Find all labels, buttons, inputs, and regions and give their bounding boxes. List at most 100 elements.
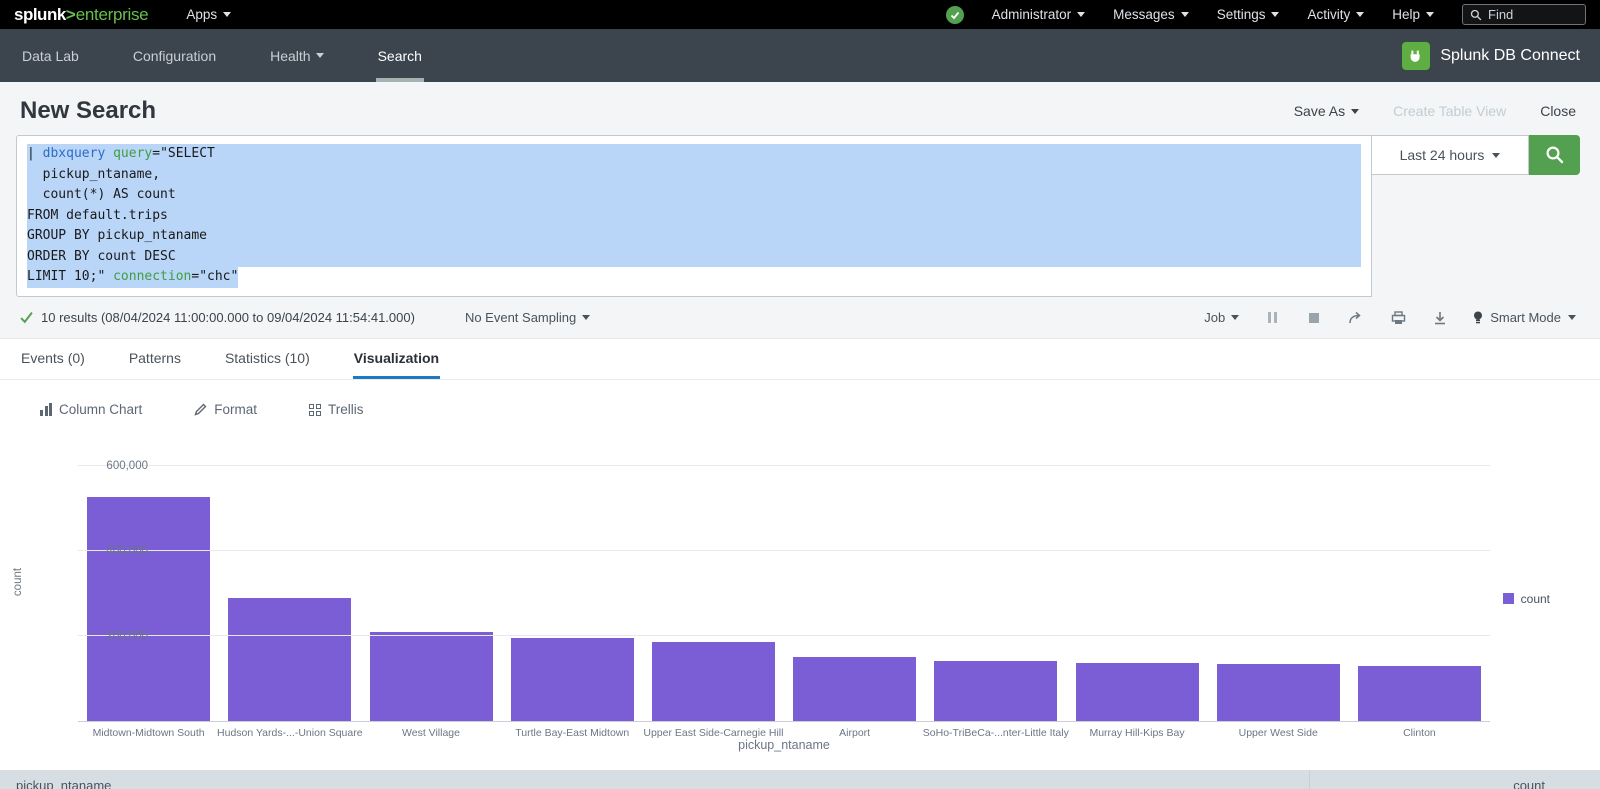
messages-menu[interactable]: Messages [1113,7,1189,22]
activity-menu-label: Activity [1307,7,1350,22]
nav-item-health[interactable]: Health [268,29,325,82]
time-range-picker[interactable]: Last 24 hours [1372,135,1529,175]
results-check-icon [20,311,33,324]
chart-bar-8[interactable] [1076,663,1199,721]
chevron-down-icon [1271,12,1279,17]
chart-bar-3[interactable] [370,632,493,720]
tab-patterns[interactable]: Patterns [128,339,182,379]
close-label: Close [1540,103,1576,119]
chart-bar-7[interactable] [934,661,1057,721]
activity-menu[interactable]: Activity [1307,7,1364,22]
search-header-zone: New Search Save As Create Table View Clo… [0,82,1600,339]
query-line: pickup_ntaname, [27,165,1361,186]
y-tick-label: 600,000 [106,460,148,472]
administrator-menu[interactable]: Administrator [992,7,1086,22]
logo-gt-text: > [66,5,76,25]
bar-slot: Murray Hill-Kips Bay [1066,450,1207,721]
nav-item-search[interactable]: Search [376,29,424,82]
export-button[interactable] [1431,310,1449,326]
query-line: LIMIT 10;" connection="chc" [27,267,1361,288]
event-sampling-menu[interactable]: No Event Sampling [465,310,590,325]
logo-enterprise-text: enterprise [76,5,149,25]
bar-slot: Turtle Bay-East Midtown [502,450,643,721]
y-axis-title: count [12,567,24,595]
bar-slot: SoHo-TriBeCa-...nter-Little Italy [925,450,1066,721]
chevron-down-icon [1231,315,1239,320]
chart-bar-4[interactable] [511,638,634,721]
column-chart: count Midtown-Midtown SouthHudson Yards-… [0,426,1600,756]
chart-type-label: Column Chart [59,402,142,417]
chart-bars: Midtown-Midtown SouthHudson Yards-...-Un… [78,450,1490,721]
nav-label: Health [270,48,310,64]
tab-statistics[interactable]: Statistics (10) [224,339,311,379]
chevron-down-icon [1351,109,1359,114]
chart-legend[interactable]: count [1503,592,1550,606]
trellis-button[interactable]: Trellis [309,394,364,426]
help-menu[interactable]: Help [1392,7,1434,22]
search-mode-menu[interactable]: Smart Mode [1473,310,1576,325]
help-menu-label: Help [1392,7,1420,22]
results-count-text: 10 results (08/04/2024 11:00:00.000 to 0… [41,310,415,325]
job-menu-label: Job [1204,310,1225,325]
app-identity[interactable]: Splunk DB Connect [1402,29,1580,82]
share-job-button[interactable] [1347,310,1365,326]
chart-bar-5[interactable] [652,642,775,720]
app-navbar: Data Lab Configuration Health Search Spl… [0,29,1600,82]
table-column-count[interactable]: count [1310,770,1600,789]
pause-icon [1268,312,1277,323]
find-input[interactable]: Find [1462,4,1586,25]
close-button[interactable]: Close [1540,103,1576,119]
create-table-view-label: Create Table View [1393,103,1506,119]
chart-bar-2[interactable] [228,598,351,721]
nav-item-data-lab[interactable]: Data Lab [20,29,81,82]
stop-job-button[interactable] [1305,310,1323,326]
query-line: GROUP BY pickup_ntaname [27,226,1361,247]
chevron-down-icon [1492,153,1500,158]
chevron-down-icon [1077,12,1085,17]
trellis-label: Trellis [328,402,364,417]
format-label: Format [214,402,257,417]
gridline [78,465,1490,466]
save-as-button[interactable]: Save As [1294,103,1359,119]
time-range-label: Last 24 hours [1400,147,1485,163]
chevron-down-icon [1568,315,1576,320]
chevron-down-icon [1181,12,1189,17]
chart-bar-10[interactable] [1358,666,1481,720]
chart-bar-1[interactable] [87,497,210,721]
nav-item-configuration[interactable]: Configuration [131,29,218,82]
tab-visualization[interactable]: Visualization [353,339,440,379]
legend-swatch [1503,593,1514,604]
logo-splunk-text: splunk [14,5,66,25]
apps-menu[interactable]: Apps [186,7,231,22]
search-icon [1545,145,1565,165]
job-menu[interactable]: Job [1204,310,1239,325]
search-query-input[interactable]: | dbxquery query="SELECT pickup_ntaname,… [16,135,1372,297]
app-title: Splunk DB Connect [1440,47,1580,65]
chevron-down-icon [316,53,324,58]
run-search-button[interactable] [1529,135,1580,175]
format-button[interactable]: Format [194,394,257,426]
bar-slot: West Village [360,450,501,721]
chart-type-button[interactable]: Column Chart [40,394,142,426]
splunk-logo[interactable]: splunk > enterprise [14,5,148,25]
check-icon [950,10,960,20]
table-column-pickup-ntaname[interactable]: pickup_ntaname [0,770,1310,789]
splunk-db-connect-search-page: splunk > enterprise Apps Administrator M… [0,0,1600,789]
chart-bar-9[interactable] [1217,664,1340,721]
health-status-icon[interactable] [946,6,964,24]
save-as-label: Save As [1294,103,1345,119]
results-status-bar: 10 results (08/04/2024 11:00:00.000 to 0… [0,297,1600,338]
search-icon [1470,9,1482,21]
messages-menu-label: Messages [1113,7,1175,22]
print-button[interactable] [1389,310,1407,326]
apps-menu-label: Apps [186,7,217,22]
pause-job-button[interactable] [1263,310,1281,326]
settings-menu-label: Settings [1217,7,1266,22]
create-table-view-button[interactable]: Create Table View [1393,103,1506,119]
tab-events[interactable]: Events (0) [20,339,86,379]
y-tick-label: 200,000 [106,630,148,642]
chart-bar-6[interactable] [793,657,916,720]
share-icon [1348,311,1364,325]
settings-menu[interactable]: Settings [1217,7,1280,22]
download-icon [1433,311,1447,325]
